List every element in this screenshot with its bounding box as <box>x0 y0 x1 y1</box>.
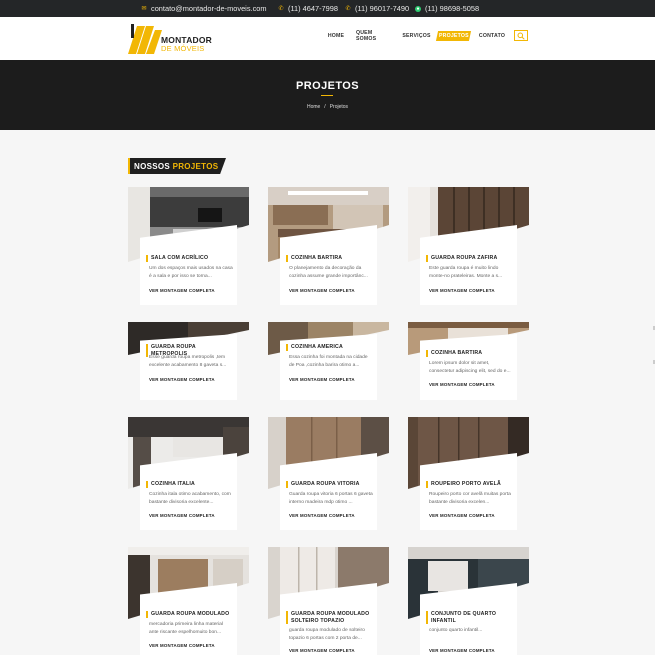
card-title[interactable]: GUARDA ROUPA MODULADO <box>146 611 233 618</box>
project-card[interactable]: GUARDA ROUPA MODULADO mercadoria primeir… <box>128 547 249 655</box>
logo-line2: DE MÓVEIS <box>161 44 205 53</box>
section-title-part1: NOSSOS <box>134 162 171 171</box>
phone1-text: (11) 4647-7998 <box>288 4 338 13</box>
project-card[interactable]: SALA COM ACRÍLICO Um dos espaços mais us… <box>128 187 249 305</box>
card-body: COZINHA BARTIRA O planejamento da decora… <box>280 225 377 305</box>
page-hero: PROJETOS Home / Projetos <box>0 60 655 130</box>
card-description: O planejamento da decoração da cozinha a… <box>289 266 368 279</box>
project-card[interactable]: COZINHA ITALIA Cozinha itala otimo acaba… <box>128 417 249 530</box>
email-contact[interactable]: ✉ contato@montador-de-moveis.com <box>141 3 267 14</box>
project-card[interactable]: COZINHA AMERICA Essa cozinha foi montada… <box>268 322 389 400</box>
card-body: GUARDA ROUPA MODULADO mercadoria primeir… <box>140 583 237 655</box>
nav-home[interactable]: HOME <box>325 31 347 41</box>
section-title: NOSSOS PROJETOS <box>128 158 226 174</box>
card-body: GUARDA ROUPA ZAFIRA Este guarda roupa é … <box>420 225 517 305</box>
page-title: PROJETOS <box>296 80 359 92</box>
site-header: MONTADOR DE MÓVEIS HOME QUEM SOMOS SERVI… <box>0 17 655 60</box>
card-description: Cozinha itala otimo acabamento, com bast… <box>149 492 231 505</box>
project-card[interactable]: COZINHA BARTIRA O planejamento da decora… <box>268 187 389 305</box>
card-title[interactable]: GUARDA ROUPA VITORIA <box>286 481 373 488</box>
card-title[interactable]: COZINHA BARTIRA <box>286 255 373 262</box>
whatsapp-contact[interactable]: ● (11) 98698-5058 <box>415 3 479 14</box>
card-link[interactable]: VER MONTAGEM COMPLETA <box>429 382 495 387</box>
project-card[interactable]: GUARDA ROUPA ZAFIRA Este guarda roupa é … <box>408 187 529 305</box>
section-title-part2: PROJETOS <box>172 162 219 171</box>
card-link[interactable]: VER MONTAGEM COMPLETA <box>149 513 215 518</box>
breadcrumb-current: Projetos <box>329 104 349 110</box>
project-card[interactable]: COZINHA BARTIRA Lorem ipsum dolor sit am… <box>408 322 529 400</box>
card-description: Um dos espaços mais usados na casa é a s… <box>149 266 233 279</box>
whatsapp-text: (11) 98698-5058 <box>425 4 480 13</box>
breadcrumb-home[interactable]: Home <box>307 104 320 110</box>
breadcrumb: Home / Projetos <box>0 104 655 110</box>
breadcrumb-separator: / <box>324 104 326 110</box>
card-description: Esse guarda roupa metropolis ,tem excele… <box>149 355 227 368</box>
card-title[interactable]: COZINHA ITALIA <box>146 481 233 488</box>
search-button[interactable] <box>514 30 528 41</box>
card-body: CONJUNTO DE QUARTO INFANTIL conjunto qua… <box>420 583 517 655</box>
phone2-text: (11) 96017-7490 <box>355 4 410 13</box>
phone-contact-1[interactable]: ✆ (11) 4647-7998 <box>278 3 338 14</box>
card-description: Guarda roupa vitoria 6 portas 6 gaveta i… <box>289 492 373 505</box>
logo-mark-icon <box>128 24 162 54</box>
card-body: COZINHA AMERICA Essa cozinha foi montada… <box>280 334 377 400</box>
card-body: GUARDA ROUPA MODULADO SOLTEIRO TOPAZIO g… <box>280 583 377 655</box>
card-description: conjunto quarto infantil... <box>429 628 483 633</box>
title-underline <box>321 95 333 96</box>
card-body: GUARDA ROUPA VITORIA Guarda roupa vitori… <box>280 453 377 530</box>
card-link[interactable]: VER MONTAGEM COMPLETA <box>289 648 355 653</box>
nav-contato[interactable]: CONTATO <box>477 31 507 41</box>
card-title[interactable]: SALA COM ACRÍLICO <box>146 255 233 262</box>
phone-icon: ✆ <box>345 5 351 12</box>
card-title[interactable]: CONJUNTO DE QUARTO INFANTIL <box>426 611 513 624</box>
card-link[interactable]: VER MONTAGEM COMPLETA <box>289 513 355 518</box>
card-description: Roupeiro porto cor avelã muitas porta ba… <box>429 492 511 505</box>
project-card[interactable]: CONJUNTO DE QUARTO INFANTIL conjunto qua… <box>408 547 529 655</box>
card-body: ROUPEIRO PORTO AVELÃ Roupeiro porto cor … <box>420 453 517 530</box>
email-text: contato@montador-de-moveis.com <box>151 4 267 13</box>
site-logo[interactable]: MONTADOR DE MÓVEIS <box>128 24 218 54</box>
card-link[interactable]: VER MONTAGEM COMPLETA <box>149 643 215 648</box>
top-contact-bar: ✉ contato@montador-de-moveis.com ✆ (11) … <box>0 0 655 17</box>
phone-contact-2[interactable]: ✆ (11) 96017-7490 <box>345 3 409 14</box>
project-card[interactable]: ROUPEIRO PORTO AVELÃ Roupeiro porto cor … <box>408 417 529 530</box>
card-description: mercadoria primeira linha material ante … <box>149 622 223 635</box>
card-body: SALA COM ACRÍLICO Um dos espaços mais us… <box>140 225 237 305</box>
search-icon <box>517 32 525 40</box>
card-title[interactable]: GUARDA ROUPA ZAFIRA <box>426 255 513 262</box>
card-link[interactable]: VER MONTAGEM COMPLETA <box>429 513 495 518</box>
card-link[interactable]: VER MONTAGEM COMPLETA <box>289 288 355 293</box>
card-link[interactable]: VER MONTAGEM COMPLETA <box>429 288 495 293</box>
card-title[interactable]: ROUPEIRO PORTO AVELÃ <box>426 481 513 488</box>
card-link[interactable]: VER MONTAGEM COMPLETA <box>429 648 495 653</box>
card-description: Lorem ipsum dolor sit amet, consectetur … <box>429 361 511 374</box>
card-title[interactable]: COZINHA AMERICA <box>286 344 373 351</box>
project-card[interactable]: GUARDA ROUPA METROPOLIS Esse guarda roup… <box>128 322 249 400</box>
card-body: COZINHA BARTIRA Lorem ipsum dolor sit am… <box>420 334 517 400</box>
card-link[interactable]: VER MONTAGEM COMPLETA <box>289 377 355 382</box>
project-card[interactable]: GUARDA ROUPA VITORIA Guarda roupa vitori… <box>268 417 389 530</box>
project-card[interactable]: GUARDA ROUPA MODULADO SOLTEIRO TOPAZIO g… <box>268 547 389 655</box>
nav-projetos[interactable]: PROJETOS <box>435 31 472 41</box>
card-body: COZINHA ITALIA Cozinha itala otimo acaba… <box>140 453 237 530</box>
nav-servicos[interactable]: SERVIÇOS <box>402 31 430 41</box>
card-description: guarda roupa modulado de solteiro topazi… <box>289 628 365 641</box>
card-description: Essa cozinha foi montada na cidade de Po… <box>289 355 368 368</box>
card-description: Este guarda roupa é muito lindo monte-no… <box>429 266 503 279</box>
phone-icon: ✆ <box>278 5 284 12</box>
card-title[interactable]: COZINHA BARTIRA <box>426 350 513 357</box>
mail-icon: ✉ <box>141 5 147 12</box>
card-link[interactable]: VER MONTAGEM COMPLETA <box>149 377 215 382</box>
nav-quem-somos[interactable]: QUEM SOMOS <box>356 30 394 42</box>
whatsapp-icon: ● <box>415 5 421 12</box>
card-body: GUARDA ROUPA METROPOLIS Esse guarda roup… <box>140 334 237 400</box>
card-link[interactable]: VER MONTAGEM COMPLETA <box>149 288 215 293</box>
card-title[interactable]: GUARDA ROUPA MODULADO SOLTEIRO TOPAZIO <box>286 611 373 624</box>
